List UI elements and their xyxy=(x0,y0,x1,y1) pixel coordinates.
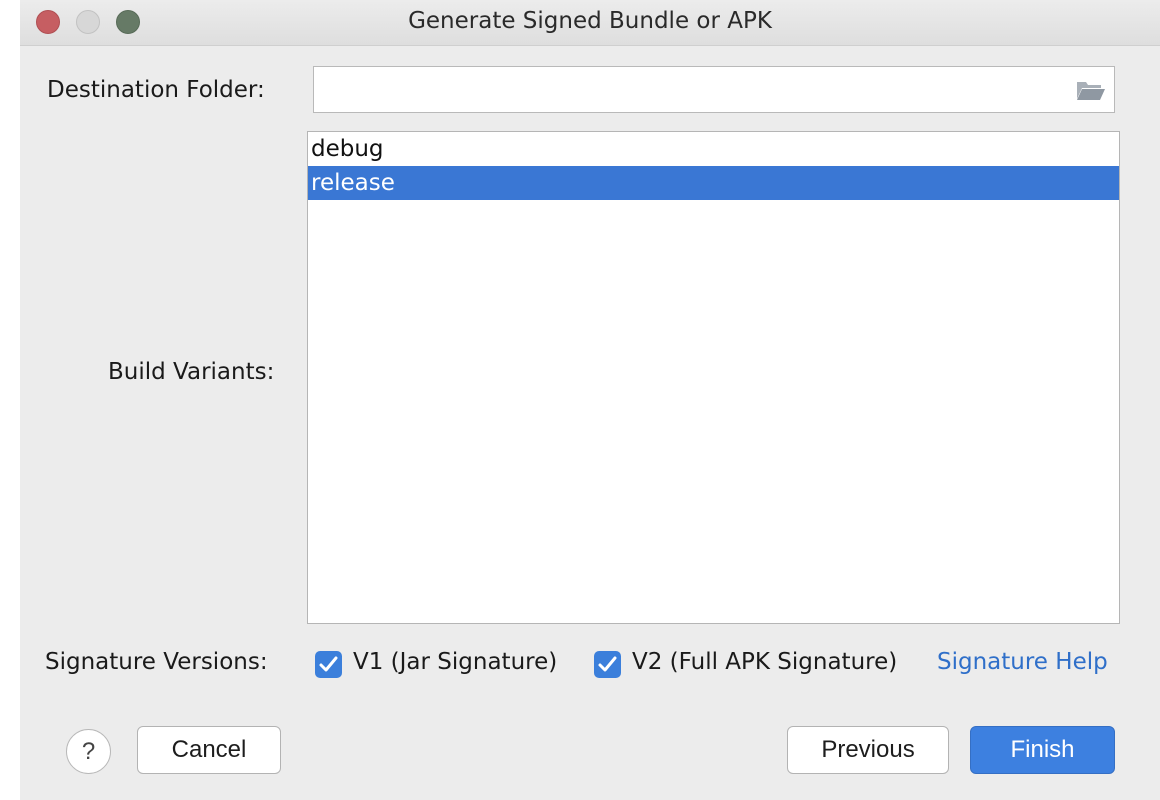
destination-folder-label: Destination Folder: xyxy=(47,77,265,103)
v2-signature-label[interactable]: V2 (Full APK Signature) xyxy=(632,649,897,675)
previous-button[interactable]: Previous xyxy=(787,726,949,774)
variant-item-debug[interactable]: debug xyxy=(308,132,1119,166)
cancel-button[interactable]: Cancel xyxy=(137,726,281,774)
variant-item-release[interactable]: release xyxy=(308,166,1119,200)
v2-signature-checkbox[interactable] xyxy=(594,651,621,678)
v1-signature-checkbox[interactable] xyxy=(315,651,342,678)
help-button[interactable]: ? xyxy=(66,729,111,774)
signature-versions-label: Signature Versions: xyxy=(45,649,268,675)
build-variants-list[interactable]: debug release xyxy=(307,131,1120,624)
title-bar: Generate Signed Bundle or APK xyxy=(20,0,1160,46)
v1-signature-label[interactable]: V1 (Jar Signature) xyxy=(353,649,557,675)
signature-help-link[interactable]: Signature Help xyxy=(937,649,1108,675)
checkmark-icon xyxy=(319,656,338,672)
folder-open-icon[interactable] xyxy=(1076,79,1106,101)
dialog-window: Generate Signed Bundle or APK Destinatio… xyxy=(20,0,1160,800)
destination-folder-input[interactable] xyxy=(313,66,1115,113)
checkmark-icon xyxy=(598,656,617,672)
window-title: Generate Signed Bundle or APK xyxy=(408,8,772,34)
finish-button[interactable]: Finish xyxy=(970,726,1115,774)
build-variants-label: Build Variants: xyxy=(108,359,275,385)
